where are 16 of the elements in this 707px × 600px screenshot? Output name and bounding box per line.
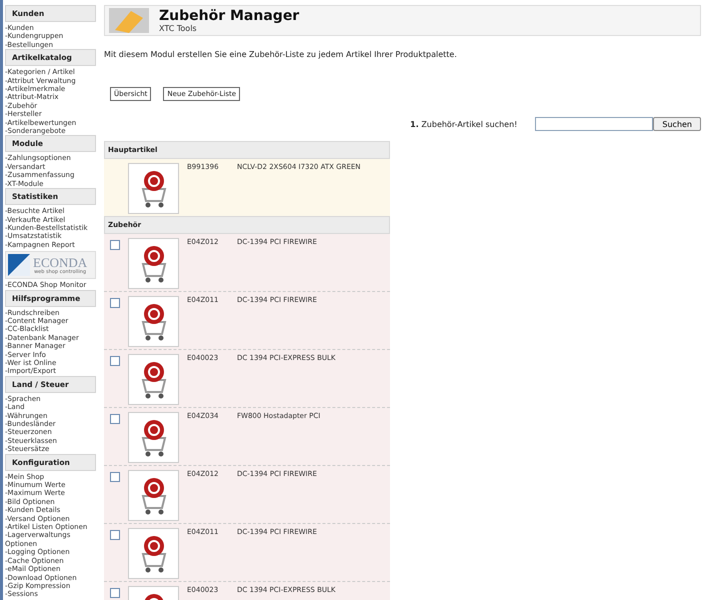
search-button[interactable]: Suchen — [653, 117, 701, 131]
checkbox[interactable] — [110, 530, 120, 540]
checkbox[interactable] — [110, 414, 120, 424]
logo-icon — [8, 254, 30, 276]
page-subtitle: XTC Tools — [159, 24, 198, 33]
checkbox[interactable] — [110, 240, 120, 250]
checkbox[interactable] — [110, 356, 120, 366]
search-label: 1. Zubehör-Artikel suchen! — [410, 120, 518, 128]
checkbox[interactable] — [110, 298, 120, 308]
checkbox[interactable] — [110, 472, 120, 482]
page-title: Zubehör Manager — [159, 8, 300, 24]
folder-icon — [109, 8, 149, 33]
search-field[interactable] — [535, 117, 654, 131]
checkbox[interactable] — [110, 588, 120, 598]
description: Mit diesem Modul erstellen Sie eine Zubehör-Liste zu jedem Artikel Ihrer Produktpalette. — [104, 50, 458, 59]
logo-name: ECONDA — [33, 256, 88, 269]
